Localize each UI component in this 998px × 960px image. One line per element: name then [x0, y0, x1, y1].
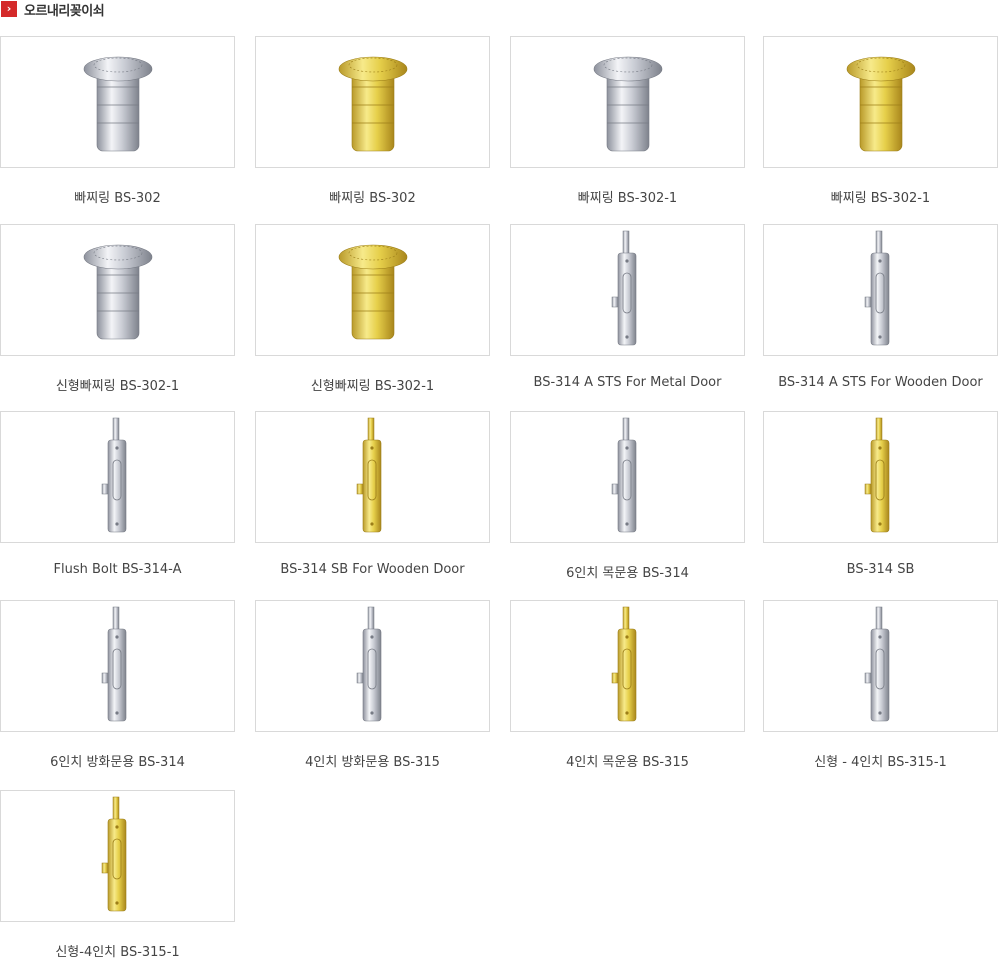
gold-cylinder-hardware-icon — [338, 56, 408, 152]
silver-bolt-hardware-icon — [864, 230, 890, 346]
product-image[interactable] — [763, 224, 998, 356]
product-image[interactable] — [510, 411, 745, 543]
product-card[interactable]: 6인치 방화문용 BS-314 — [0, 600, 235, 770]
silver-cylinder-hardware-icon — [83, 56, 153, 152]
gold-bolt-hardware-icon — [611, 606, 637, 722]
product-image[interactable] — [510, 600, 745, 732]
product-image[interactable] — [0, 411, 235, 543]
gold-bolt-hardware-icon — [864, 417, 890, 533]
product-name[interactable]: BS-314 A STS For Wooden Door — [763, 375, 998, 390]
product-name[interactable]: 6인치 방화문용 BS-314 — [0, 751, 235, 770]
product-name[interactable]: 6인치 목문용 BS-314 — [510, 562, 745, 581]
product-name[interactable]: 빠찌링 BS-302-1 — [763, 187, 998, 206]
gold-cylinder-hardware-icon — [338, 244, 408, 340]
product-name[interactable]: 신형빠찌링 BS-302-1 — [255, 375, 490, 394]
product-card[interactable]: 신형빠찌링 BS-302-1 — [0, 224, 235, 394]
section-header: › 오르내리꽂이쇠 — [0, 0, 105, 19]
product-card[interactable]: BS-314 SB For Wooden Door — [255, 411, 490, 577]
product-card[interactable]: 신형빠찌링 BS-302-1 — [255, 224, 490, 394]
product-card[interactable]: 신형-4인치 BS-315-1 — [0, 790, 235, 960]
silver-cylinder-hardware-icon — [593, 56, 663, 152]
product-card[interactable]: 6인치 목문용 BS-314 — [510, 411, 745, 581]
product-name[interactable]: 4인치 목운용 BS-315 — [510, 751, 745, 770]
product-name[interactable]: 신형-4인치 BS-315-1 — [0, 941, 235, 960]
product-name[interactable]: 신형 - 4인치 BS-315-1 — [763, 751, 998, 770]
silver-bolt-hardware-icon — [611, 230, 637, 346]
product-image[interactable] — [0, 600, 235, 732]
product-image[interactable] — [255, 224, 490, 356]
product-image[interactable] — [255, 36, 490, 168]
silver-bolt-hardware-icon — [611, 417, 637, 533]
product-card[interactable]: 빠찌링 BS-302-1 — [510, 36, 745, 206]
gold-bolt-hardware-icon — [356, 417, 382, 533]
product-card[interactable]: BS-314 A STS For Wooden Door — [763, 224, 998, 390]
silver-bolt-hardware-icon — [356, 606, 382, 722]
product-image[interactable] — [255, 411, 490, 543]
product-name[interactable]: 빠찌링 BS-302 — [0, 187, 235, 206]
product-name[interactable]: BS-314 SB For Wooden Door — [255, 562, 490, 577]
product-card[interactable]: 빠찌링 BS-302-1 — [763, 36, 998, 206]
product-image[interactable] — [0, 36, 235, 168]
product-name[interactable]: Flush Bolt BS-314-A — [0, 562, 235, 577]
product-card[interactable]: Flush Bolt BS-314-A — [0, 411, 235, 577]
product-card[interactable]: 빠찌링 BS-302 — [0, 36, 235, 206]
product-image[interactable] — [0, 790, 235, 922]
product-name[interactable]: BS-314 SB — [763, 562, 998, 577]
silver-bolt-hardware-icon — [101, 417, 127, 533]
product-image[interactable] — [0, 224, 235, 356]
product-card[interactable]: BS-314 SB — [763, 411, 998, 577]
silver-bolt-hardware-icon — [864, 606, 890, 722]
product-card[interactable]: BS-314 A STS For Metal Door — [510, 224, 745, 390]
product-image[interactable] — [763, 600, 998, 732]
product-name[interactable]: BS-314 A STS For Metal Door — [510, 375, 745, 390]
product-card[interactable]: 신형 - 4인치 BS-315-1 — [763, 600, 998, 770]
product-card[interactable]: 빠찌링 BS-302 — [255, 36, 490, 206]
product-image[interactable] — [763, 36, 998, 168]
gold-bolt-hardware-icon — [101, 796, 127, 912]
section-title: 오르내리꽂이쇠 — [24, 3, 105, 19]
gold-cylinder-hardware-icon — [846, 56, 916, 152]
product-image[interactable] — [763, 411, 998, 543]
silver-bolt-hardware-icon — [101, 606, 127, 722]
product-name[interactable]: 4인치 방화문용 BS-315 — [255, 751, 490, 770]
chevron-right-icon: › — [1, 1, 17, 17]
product-image[interactable] — [255, 600, 490, 732]
product-name[interactable]: 신형빠찌링 BS-302-1 — [0, 375, 235, 394]
silver-cylinder-hardware-icon — [83, 244, 153, 340]
product-image[interactable] — [510, 224, 745, 356]
product-name[interactable]: 빠찌링 BS-302-1 — [510, 187, 745, 206]
product-card[interactable]: 4인치 목운용 BS-315 — [510, 600, 745, 770]
product-image[interactable] — [510, 36, 745, 168]
product-name[interactable]: 빠찌링 BS-302 — [255, 187, 490, 206]
product-card[interactable]: 4인치 방화문용 BS-315 — [255, 600, 490, 770]
